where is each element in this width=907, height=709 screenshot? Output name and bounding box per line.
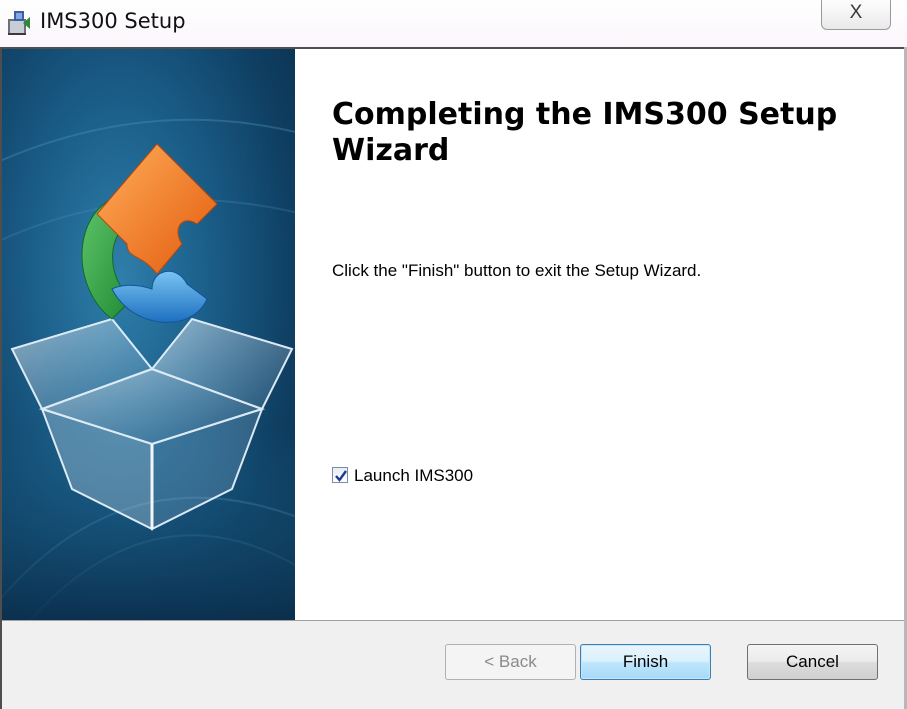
back-button[interactable]: < Back [445,644,576,680]
installer-icon[interactable] [6,9,32,37]
page-title: Completing the IMS300 Setup Wizard [332,97,838,168]
button-bar: < Back Finish Cancel [2,621,904,709]
content-panel: Completing the IMS300 Setup Wizard Click… [295,49,904,620]
close-button[interactable]: X [821,0,891,30]
launch-checkbox[interactable] [332,467,348,483]
launch-checkbox-label[interactable]: Launch IMS300 [354,466,473,486]
instruction-text: Click the "Finish" button to exit the Se… [332,261,702,280]
finish-button[interactable]: Finish [580,644,711,680]
cancel-button[interactable]: Cancel [747,644,878,680]
close-icon: X [849,2,863,23]
wizard-banner [2,49,295,620]
checkmark-icon [335,470,347,482]
window-title: IMS300 Setup [40,9,186,33]
title-bar: IMS300 Setup X [0,0,907,47]
puzzle-box-graphic [2,118,295,620]
